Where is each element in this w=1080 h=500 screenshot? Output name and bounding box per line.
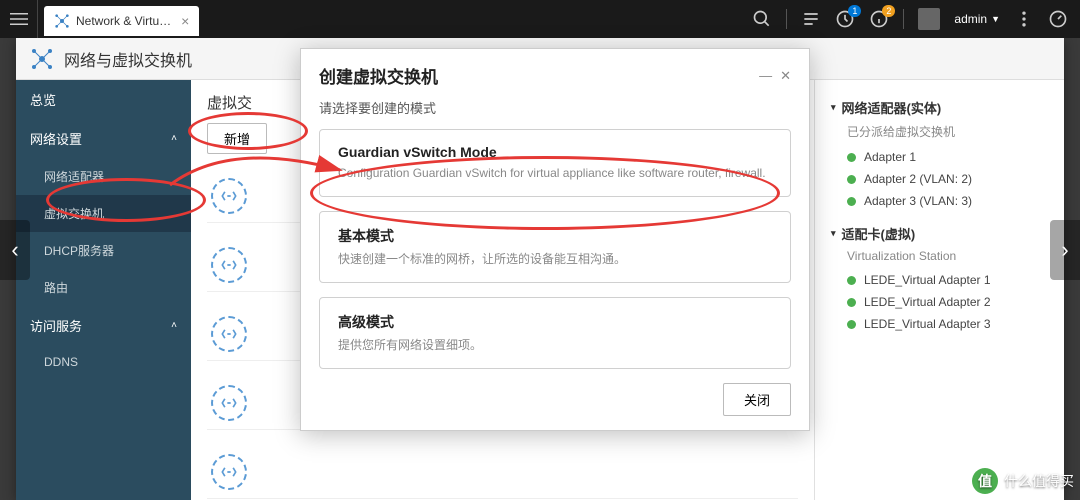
vswitch-icon [211,247,247,283]
vswitch-row[interactable] [207,446,798,499]
sidebar-item-ddns[interactable]: DDNS [16,345,191,379]
status-dot-icon [847,298,856,307]
sidebar-item-route[interactable]: 路由 [16,269,191,306]
search-icon[interactable] [752,9,772,29]
sidebar-item-access[interactable]: 访问服务˄ [16,306,191,345]
modal-title: 创建虚拟交换机 [319,63,438,88]
notif-badge: 2 [882,5,895,17]
status-dot-icon [847,175,856,184]
adapter-item[interactable]: Adapter 1 [831,146,1048,168]
events-badge: 1 [848,5,861,17]
sidebar-item-adapter[interactable]: 网络适配器 [16,158,191,195]
mode-title: Guardian vSwitch Mode [338,144,772,160]
network-icon [54,13,70,29]
watermark-badge-icon: 值 [972,468,998,494]
tab-title: Network & Virtu… [76,14,171,28]
mode-guardian[interactable]: Guardian vSwitch Mode Configuration Guar… [319,129,791,197]
app-icon [30,47,54,71]
create-vswitch-modal: 创建虚拟交换机 — ✕ 请选择要创建的模式 Guardian vSwitch M… [300,48,810,431]
mode-desc: Configuration Guardian vSwitch for virtu… [338,164,772,182]
tasks-icon[interactable] [801,9,821,29]
modal-subtitle: 请选择要创建的模式 [301,94,809,129]
chevron-up-icon: ˄ [171,320,177,331]
watermark: 值 什么值得买 [972,468,1074,494]
modal-window-controls: — ✕ [759,68,791,84]
mode-title: 高级模式 [338,312,772,332]
rp-section-virtual[interactable]: ▾适配卡(虚拟) [831,224,1048,243]
sidebar: 总览 网络设置˄ 网络适配器 虚拟交换机 DHCP服务器 路由 访问服务˄ DD… [16,80,191,500]
chevron-up-icon: ˄ [171,133,177,144]
status-dot-icon [847,153,856,162]
modal-body: Guardian vSwitch Mode Configuration Guar… [301,129,809,383]
app-tab[interactable]: Network & Virtu… × [44,6,199,36]
mode-basic[interactable]: 基本模式 快速创建一个标准的网桥，让所选的设备能互相沟通。 [319,211,791,283]
events-button[interactable]: 1 [835,9,855,29]
os-topbar: Network & Virtu… × 1 2 admin▼ [0,0,1080,38]
hamburger-icon [10,10,28,28]
minimize-button[interactable]: — [759,68,772,84]
vadapter-item[interactable]: LEDE_Virtual Adapter 3 [831,313,1048,335]
vswitch-icon [211,385,247,421]
rp-section-physical[interactable]: ▾网络适配器(实体) [831,98,1048,117]
vswitch-icon [211,178,247,214]
status-dot-icon [847,320,856,329]
modal-close-button[interactable]: 关闭 [723,383,791,416]
modal-footer: 关闭 [301,383,809,430]
divider [786,9,787,29]
adapter-item[interactable]: Adapter 3 (VLAN: 3) [831,190,1048,212]
modal-header: 创建虚拟交换机 — ✕ [301,49,809,94]
rp-subtitle: Virtualization Station [847,249,1048,263]
sidebar-item-dhcp[interactable]: DHCP服务器 [16,232,191,269]
vadapter-item[interactable]: LEDE_Virtual Adapter 1 [831,269,1048,291]
sidebar-item-vswitch[interactable]: 虚拟交换机 [16,195,191,232]
triangle-down-icon: ▾ [831,102,836,113]
mode-title: 基本模式 [338,226,772,246]
app-title: 网络与虚拟交换机 [64,47,192,71]
rp-subtitle: 已分派给虚拟交换机 [847,123,1048,140]
notifications-button[interactable]: 2 [869,9,889,29]
chevron-down-icon: ▼ [991,14,1000,24]
dashboard-icon[interactable] [1048,9,1068,29]
topbar-right: 1 2 admin▼ [752,0,1080,38]
user-avatar[interactable] [918,8,940,30]
close-button[interactable]: ✕ [780,68,791,84]
status-dot-icon [847,276,856,285]
watermark-text: 什么值得买 [1004,471,1074,491]
vswitch-icon [211,454,247,490]
mode-advanced[interactable]: 高级模式 提供您所有网络设置细项。 [319,297,791,369]
gallery-next-button[interactable]: › [1050,220,1080,280]
sidebar-item-overview[interactable]: 总览 [16,80,191,119]
right-panel: ▾网络适配器(实体) 已分派给虚拟交换机 Adapter 1 Adapter 2… [814,80,1064,500]
menu-button[interactable] [0,0,38,38]
user-menu[interactable]: admin▼ [954,12,1000,26]
adapter-item[interactable]: Adapter 2 (VLAN: 2) [831,168,1048,190]
mode-desc: 提供您所有网络设置细项。 [338,336,772,354]
status-dot-icon [847,197,856,206]
sidebar-item-network-settings[interactable]: 网络设置˄ [16,119,191,158]
triangle-down-icon: ▾ [831,228,836,239]
mode-desc: 快速创建一个标准的网桥，让所选的设备能互相沟通。 [338,250,772,268]
tab-close-button[interactable]: × [181,13,189,29]
gallery-prev-button[interactable]: ‹ [0,220,30,280]
add-button[interactable]: 新增 [207,123,267,154]
divider [903,9,904,29]
more-icon[interactable] [1014,9,1034,29]
vswitch-icon [211,316,247,352]
vadapter-item[interactable]: LEDE_Virtual Adapter 2 [831,291,1048,313]
